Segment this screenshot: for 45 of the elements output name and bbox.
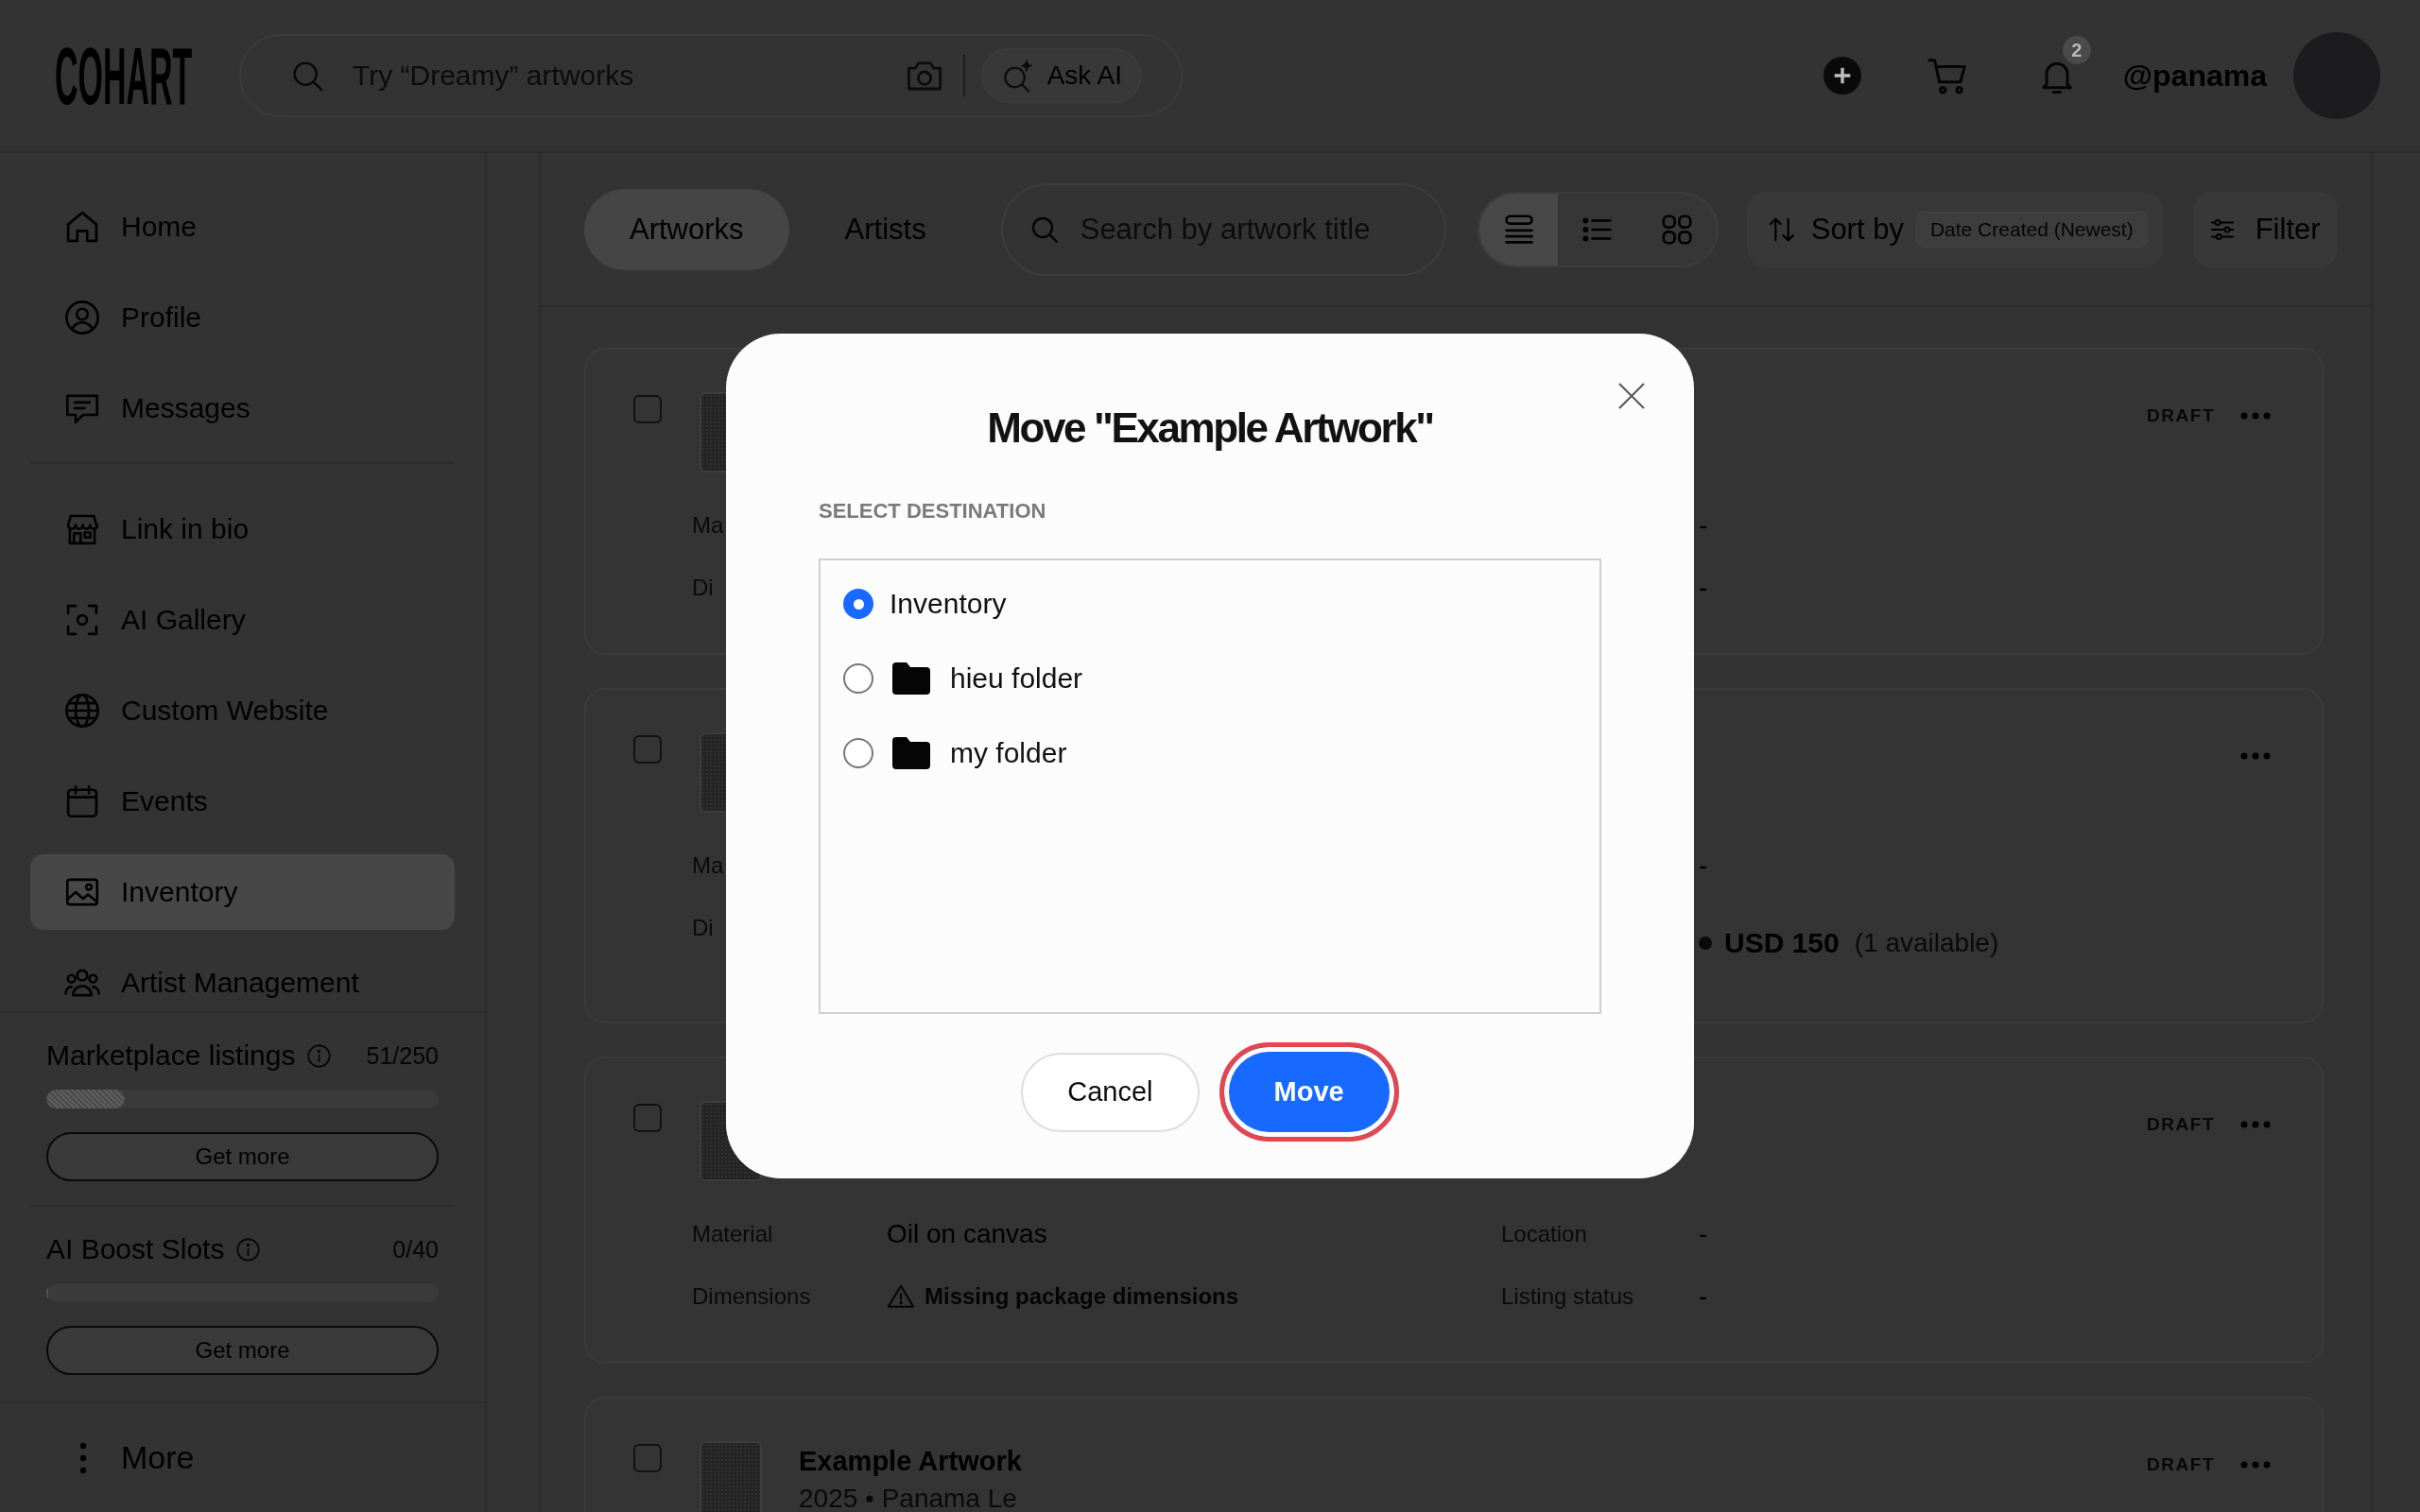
thumbnail-placeholder[interactable]: [700, 1441, 762, 1512]
get-more-button[interactable]: Get more: [46, 1132, 439, 1181]
folder-icon: [892, 662, 930, 695]
more-options-icon[interactable]: [2239, 1460, 2272, 1469]
vertical-dots-icon: [78, 1440, 88, 1475]
profile-icon: [62, 298, 102, 337]
dialog-title: Move "Example Artwork": [987, 404, 1433, 453]
ask-ai-button[interactable]: Ask AI: [980, 48, 1142, 103]
notification-count: 2: [2062, 36, 2091, 64]
destination-label[interactable]: Inventory: [890, 588, 1007, 620]
info-icon[interactable]: [235, 1236, 262, 1263]
radio-button[interactable]: [843, 738, 873, 768]
checkbox[interactable]: [633, 1104, 662, 1132]
get-more-button[interactable]: Get more: [46, 1326, 439, 1375]
destination-label[interactable]: hieu folder: [950, 662, 1083, 695]
field-value: -: [1699, 1280, 1708, 1313]
sort-value[interactable]: Date Created (Newest): [1915, 211, 2148, 248]
field-value: -: [1699, 572, 1708, 604]
radio-button[interactable]: [843, 589, 873, 619]
sort-control[interactable]: Sort by Date Created (Newest): [1746, 191, 2163, 267]
checkbox[interactable]: [633, 735, 662, 764]
filter-button[interactable]: Filter: [2192, 191, 2338, 267]
info-icon[interactable]: [306, 1042, 333, 1069]
field-value: -: [1699, 1218, 1708, 1250]
section-label: SELECT DESTINATION: [819, 498, 1046, 524]
more-options-icon[interactable]: [2239, 751, 2272, 761]
plus-circle-icon[interactable]: [1823, 57, 1861, 94]
field-value: -: [1699, 509, 1708, 541]
warning-icon: [887, 1282, 915, 1311]
more-options-icon[interactable]: [2239, 411, 2272, 421]
dot-icon: [1699, 936, 1712, 950]
close-icon[interactable]: [1618, 383, 1645, 409]
sidebar-item[interactable]: Inventory: [30, 854, 455, 930]
move-button[interactable]: Move: [1219, 1042, 1399, 1142]
globe-icon: [62, 691, 102, 730]
field-value: -: [1699, 850, 1708, 882]
checkbox[interactable]: [633, 395, 662, 423]
tab[interactable]: Artworks: [584, 188, 789, 270]
radio-button[interactable]: [843, 663, 873, 694]
destination-label[interactable]: my folder: [950, 737, 1067, 769]
stacked-view-button[interactable]: [1478, 193, 1559, 266]
checkbox[interactable]: [633, 1444, 662, 1472]
more-options-icon[interactable]: [2239, 1120, 2272, 1129]
folder-icon: [892, 737, 930, 769]
cancel-button[interactable]: Cancel: [1021, 1052, 1200, 1132]
